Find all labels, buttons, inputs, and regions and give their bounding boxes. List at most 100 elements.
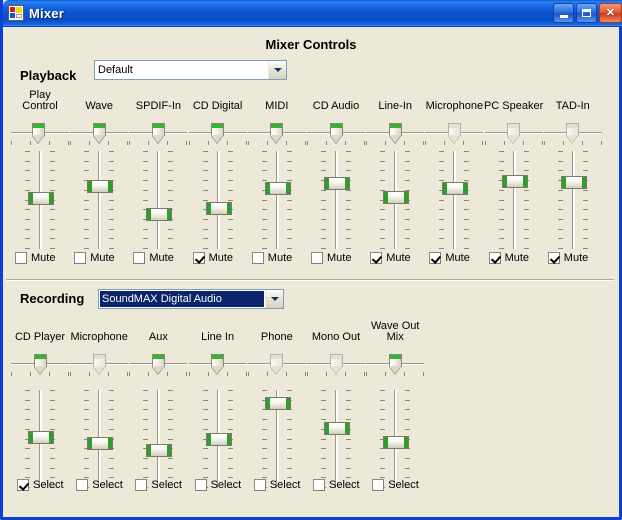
chevron-down-icon[interactable] [265,290,283,308]
checkbox-box[interactable] [194,479,207,491]
volume-thumb[interactable] [383,436,410,449]
volume-thumb[interactable] [87,180,114,193]
checkbox-box[interactable] [253,479,266,491]
balance-thumb[interactable] [211,123,225,144]
balance-slider[interactable] [9,354,71,380]
volume-thumb[interactable] [501,175,528,188]
playback-device-select[interactable]: Default [94,60,287,80]
close-button[interactable]: ✕ [599,3,622,23]
mute-checkbox[interactable]: Mute [311,252,351,264]
volume-thumb[interactable] [28,192,54,205]
volume-thumb[interactable] [442,182,469,195]
balance-slider[interactable] [305,123,367,149]
volume-slider[interactable] [127,390,189,488]
balance-thumb[interactable] [92,123,106,144]
balance-thumb[interactable] [388,354,402,375]
checkbox-box[interactable] [133,252,146,264]
balance-slider[interactable] [127,123,189,149]
volume-thumb[interactable] [324,177,350,190]
balance-slider[interactable] [68,123,130,149]
balance-slider[interactable] [305,354,367,380]
volume-slider[interactable] [9,151,71,249]
balance-slider[interactable] [187,123,249,149]
volume-slider[interactable] [364,390,426,488]
mute-checkbox[interactable]: Mute [429,252,470,264]
volume-slider[interactable] [542,151,604,249]
balance-thumb[interactable] [329,354,343,375]
checkbox-box[interactable] [488,252,501,264]
balance-thumb[interactable] [270,354,284,375]
volume-thumb[interactable] [383,191,410,204]
balance-slider[interactable] [364,354,426,380]
volume-slider[interactable] [187,390,249,488]
volume-slider[interactable] [305,390,367,488]
balance-slider[interactable] [246,123,308,149]
mute-checkbox[interactable]: Mute [192,252,233,264]
checkbox-box[interactable] [311,252,323,264]
select-checkbox[interactable]: Select [76,479,123,491]
mute-checkbox[interactable]: Mute [251,252,292,264]
select-checkbox[interactable]: Select [372,479,419,491]
balance-slider[interactable] [9,123,71,149]
balance-thumb[interactable] [329,123,343,144]
balance-thumb[interactable] [270,123,284,144]
volume-slider[interactable] [68,390,130,488]
volume-thumb[interactable] [205,202,232,215]
balance-thumb[interactable] [33,354,47,375]
balance-slider[interactable] [423,123,485,149]
volume-thumb[interactable] [264,397,291,410]
select-checkbox[interactable]: Select [253,479,300,491]
volume-slider[interactable] [9,390,71,488]
mute-checkbox[interactable]: Mute [133,252,174,264]
volume-thumb[interactable] [264,182,291,195]
checkbox-box[interactable] [313,479,325,491]
volume-thumb[interactable] [560,176,587,189]
checkbox-box[interactable] [370,252,383,264]
volume-slider[interactable] [423,151,485,249]
select-checkbox[interactable]: Select [17,479,64,491]
checkbox-box[interactable] [429,252,442,264]
balance-slider[interactable] [364,123,426,149]
balance-thumb[interactable] [151,123,165,144]
select-checkbox[interactable]: Select [135,479,182,491]
checkbox-box[interactable] [135,479,148,491]
mute-checkbox[interactable]: Mute [74,252,115,264]
volume-slider[interactable] [127,151,189,249]
volume-slider[interactable] [305,151,367,249]
balance-slider[interactable] [68,354,130,380]
volume-thumb[interactable] [146,208,173,221]
select-checkbox[interactable]: Select [194,479,241,491]
volume-thumb[interactable] [87,437,114,450]
balance-thumb[interactable] [507,123,521,144]
checkbox-box[interactable] [74,252,87,264]
balance-thumb[interactable] [31,123,45,144]
volume-slider[interactable] [483,151,545,249]
volume-thumb[interactable] [324,422,350,435]
balance-slider[interactable] [246,354,308,380]
mute-checkbox[interactable]: Mute [15,252,55,264]
recording-device-select[interactable]: SoundMAX Digital Audio [98,289,284,309]
balance-thumb[interactable] [566,123,580,144]
chevron-down-icon[interactable] [268,61,286,79]
checkbox-box[interactable] [15,252,27,264]
volume-slider[interactable] [246,151,308,249]
balance-thumb[interactable] [92,354,106,375]
checkbox-box[interactable] [192,252,205,264]
balance-slider[interactable] [187,354,249,380]
balance-slider[interactable] [483,123,545,149]
checkbox-box[interactable] [372,479,385,491]
checkbox-box[interactable] [251,252,264,264]
checkbox-box[interactable] [547,252,560,264]
balance-thumb[interactable] [151,354,165,375]
balance-thumb[interactable] [388,123,402,144]
checkbox-box[interactable] [17,479,29,491]
mute-checkbox[interactable]: Mute [370,252,411,264]
volume-slider[interactable] [68,151,130,249]
volume-slider[interactable] [364,151,426,249]
mute-checkbox[interactable]: Mute [488,252,529,264]
mute-checkbox[interactable]: Mute [547,252,588,264]
select-checkbox[interactable]: Select [313,479,360,491]
balance-thumb[interactable] [211,354,225,375]
volume-thumb[interactable] [28,431,54,444]
volume-thumb[interactable] [205,433,232,446]
